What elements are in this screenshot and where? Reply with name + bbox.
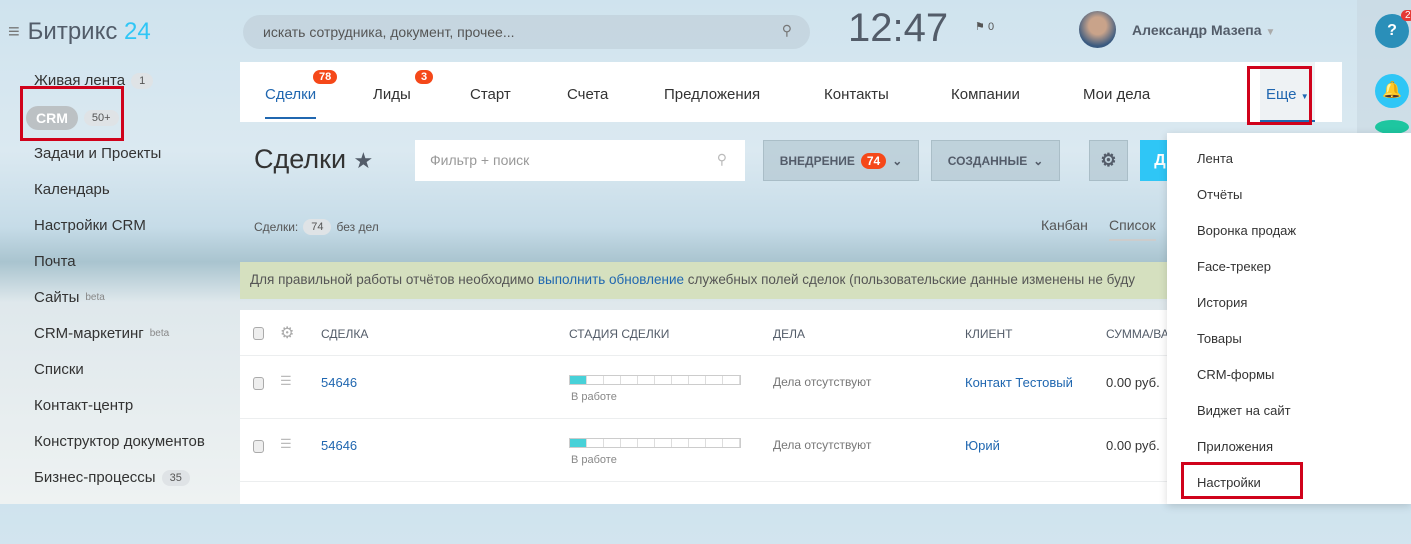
sidebar-item-contact-center[interactable]: Контакт-центр (34, 397, 133, 414)
sidebar-item-calendar[interactable]: Календарь (34, 181, 110, 198)
sidebar-item-crm-settings[interactable]: Настройки CRM (34, 217, 146, 234)
logo[interactable]: ≡ Битрикс 24 (8, 18, 151, 46)
tab-invoices[interactable]: Счета (567, 86, 608, 103)
menu-icon[interactable]: ≡ (8, 21, 20, 44)
menu-item[interactable]: Face-трекер (1197, 259, 1271, 274)
chevron-down-icon: ⌄ (1033, 153, 1044, 168)
view-list[interactable]: Список (1109, 217, 1156, 241)
update-link[interactable]: выполнить обновление (538, 272, 684, 287)
col-stage[interactable]: СТАДИЯ СДЕЛКИ (569, 327, 669, 341)
menu-item[interactable]: Воронка продаж (1197, 223, 1296, 238)
global-search-input[interactable]: искать сотрудника, документ, прочее... ⚲ (243, 15, 810, 49)
crm-tabs: Сделки 78 Лиды 3 Старт Счета Предложения К… (240, 62, 1342, 122)
user-menu[interactable]: Александр Мазепа ▼ (1132, 22, 1275, 38)
gear-icon[interactable]: ⚙ (280, 323, 294, 343)
view-kanban[interactable]: Канбан (1041, 217, 1088, 233)
created-filter-button[interactable]: СОЗДАННЫЕ ⌄ (931, 140, 1060, 181)
help-badge: 2 (1401, 10, 1411, 21)
deal-link[interactable]: 54646 (321, 438, 357, 453)
update-notice: Для правильной работы отчётов необходимо… (240, 262, 1170, 299)
search-icon[interactable]: ⚲ (717, 151, 727, 168)
activities: Дела отсутствуют (773, 438, 872, 452)
col-deal[interactable]: СДЕЛКА (321, 327, 368, 341)
deals-stats: Сделки: 74 без дел (254, 219, 379, 235)
chevron-down-icon: ▼ (1265, 27, 1276, 38)
menu-item[interactable]: История (1197, 295, 1247, 310)
avatar[interactable] (1079, 11, 1116, 48)
bell-icon[interactable]: 🔔 (1375, 74, 1409, 108)
menu-item[interactable]: Отчёты (1197, 187, 1242, 202)
settings-button[interactable]: ⚙ (1089, 140, 1128, 181)
page-title: Сделки ★ (254, 144, 374, 174)
row-checkbox[interactable] (253, 440, 264, 453)
menu-item[interactable]: Приложения (1197, 439, 1273, 454)
col-activities[interactable]: ДЕЛА (773, 327, 805, 341)
menu-item[interactable]: Лента (1197, 151, 1233, 166)
sidebar-item-bp[interactable]: Бизнес-процессы 35 (34, 469, 190, 486)
gear-icon: ⚙ (1100, 150, 1117, 170)
star-icon[interactable]: ★ (354, 148, 374, 173)
activities: Дела отсутствуют (773, 375, 872, 389)
stage-label: В работе (571, 391, 617, 403)
stage-progress[interactable] (569, 438, 741, 448)
sidebar-item-doc-constructor[interactable]: Конструктор документов (34, 433, 205, 450)
menu-item[interactable]: Виджет на сайт (1197, 403, 1291, 418)
stage-progress[interactable] (569, 375, 741, 385)
highlight-crm (20, 86, 124, 141)
drag-handle-icon[interactable]: ☰ (280, 373, 292, 389)
highlight-settings (1181, 462, 1303, 499)
table-row[interactable]: ☰ 54646 В работе Дела отсутствуют Юрий 0… (240, 418, 1170, 481)
tab-my-activities[interactable]: Мои дела (1083, 86, 1150, 103)
tab-contacts[interactable]: Контакты (824, 86, 889, 103)
sidebar-item-lists[interactable]: Списки (34, 361, 84, 378)
sum: 0.00 руб. (1106, 438, 1160, 453)
clock[interactable]: 12:47 (848, 6, 948, 51)
stage-label: В работе (571, 454, 617, 466)
select-all-checkbox[interactable] (253, 327, 264, 340)
client-link[interactable]: Контакт Тестовый (965, 375, 1073, 390)
tab-start[interactable]: Старт (470, 86, 511, 103)
table-row (240, 481, 1170, 544)
col-client[interactable]: КЛИЕНТ (965, 327, 1013, 341)
menu-item[interactable]: Товары (1197, 331, 1242, 346)
table-row[interactable]: ☰ 54646 В работе Дела отсутствуют Контак… (240, 355, 1170, 418)
more-dropdown-menu: Лента Отчёты Воронка продаж Face-трекер Исто… (1167, 133, 1411, 504)
tab-companies[interactable]: Компании (951, 86, 1020, 103)
highlight-more (1247, 66, 1312, 125)
flag-counter[interactable]: ⚑ 0 (975, 20, 994, 33)
row-checkbox[interactable] (253, 377, 264, 390)
drag-handle-icon[interactable]: ☰ (280, 436, 292, 452)
sidebar-item-mail[interactable]: Почта (34, 253, 76, 270)
sidebar-item-tasks[interactable]: Задачи и Проекты (34, 145, 161, 162)
menu-item[interactable]: CRM-формы (1197, 367, 1274, 382)
filter-search-input[interactable]: Фильтр + поиск ⚲ (415, 140, 745, 181)
sidebar-item-sites[interactable]: Сайты beta (34, 289, 105, 306)
chevron-down-icon: ⌄ (892, 153, 903, 168)
chat-icon[interactable] (1375, 120, 1409, 134)
flag-icon: ⚑ (975, 21, 985, 33)
col-sum[interactable]: СУММА/ВА (1106, 327, 1169, 341)
tab-quotes[interactable]: Предложения (664, 86, 760, 103)
sum: 0.00 руб. (1106, 375, 1160, 390)
client-link[interactable]: Юрий (965, 438, 1000, 453)
tab-leads[interactable]: Лиды 3 (373, 70, 434, 103)
category-button[interactable]: ВНЕДРЕНИЕ 74 ⌄ (763, 140, 919, 181)
search-icon[interactable]: ⚲ (782, 22, 792, 39)
deals-table: ⚙ СДЕЛКА СТАДИЯ СДЕЛКИ ДЕЛА КЛИЕНТ СУММА… (240, 310, 1170, 504)
deal-link[interactable]: 54646 (321, 375, 357, 390)
sidebar-item-crm-marketing[interactable]: CRM-маркетинг beta (34, 325, 169, 342)
tab-deals[interactable]: Сделки 78 (265, 70, 338, 119)
